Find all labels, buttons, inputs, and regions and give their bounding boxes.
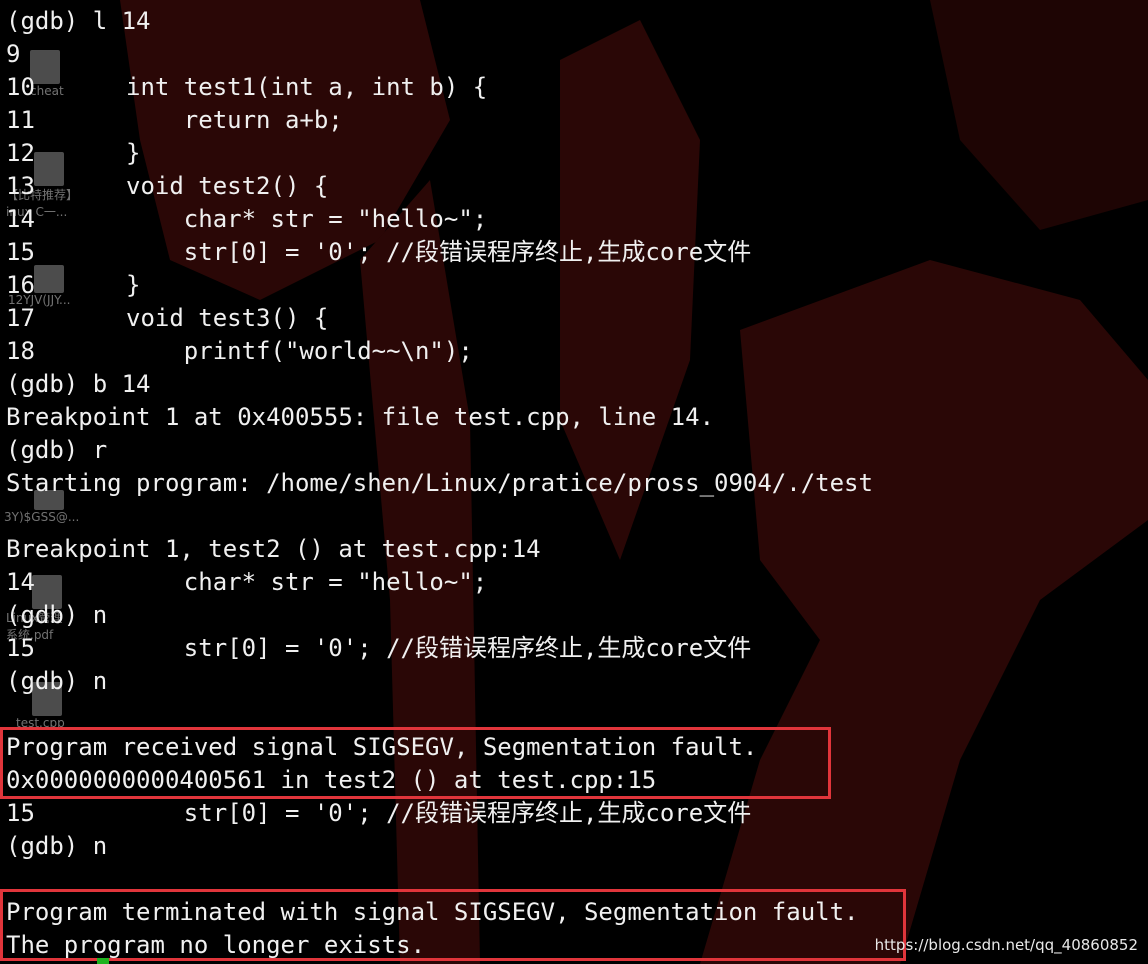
- terminal-line: 16}: [6, 269, 873, 302]
- terminal-line: 15 str[0] = '0'; //段错误程序终止,生成core文件: [6, 797, 873, 830]
- terminal-line: 9: [6, 38, 873, 71]
- gdb-terminal-output[interactable]: (gdb) l 14 9 10 int test1(int a, int b) { 11…: [6, 5, 873, 962]
- terminal-line: Starting program: /home/shen/Linux/prati…: [6, 467, 873, 500]
- source-code-text: str[0] = '0'; //段错误程序终止,生成core文件: [126, 238, 752, 266]
- source-line-number: 13: [6, 172, 35, 200]
- terminal-output-text: (gdb) l 14: [6, 7, 151, 35]
- source-code-text: void test2() {: [126, 172, 329, 200]
- terminal-line: 18 printf("world~~\n");: [6, 335, 873, 368]
- source-code-text: }: [126, 139, 141, 167]
- source-line-number: 16: [6, 271, 35, 299]
- source-code-text: }: [126, 271, 141, 299]
- terminal-line: (gdb) r: [6, 434, 873, 467]
- terminal-line: (gdb) n: [6, 665, 873, 698]
- terminal-output-text: (gdb) n: [6, 832, 108, 860]
- watermark-url: https://blog.csdn.net/qq_40860852: [874, 936, 1138, 954]
- source-line-number: 17: [6, 304, 35, 332]
- source-line-number: 14: [6, 568, 35, 596]
- terminal-line: 13 void test2() {: [6, 170, 873, 203]
- terminal-output-text: Breakpoint 1, test2 () at test.cpp:14: [6, 535, 541, 563]
- source-line-number: 11: [6, 106, 35, 134]
- terminal-output-text: (gdb) n: [6, 601, 108, 629]
- source-code-text: printf("world~~\n");: [126, 337, 473, 365]
- source-code-text: str[0] = '0'; //段错误程序终止,生成core文件: [126, 634, 752, 662]
- terminal-line: Breakpoint 1, test2 () at test.cpp:14: [6, 533, 873, 566]
- terminal-output-text: (gdb) b 14: [6, 370, 151, 398]
- terminal-line: 15 str[0] = '0'; //段错误程序终止,生成core文件: [6, 632, 873, 665]
- terminal-line: 15 str[0] = '0'; //段错误程序终止,生成core文件: [6, 236, 873, 269]
- signal-received-highlight: [0, 727, 831, 799]
- source-line-number: 9: [6, 40, 21, 68]
- source-code-text: str[0] = '0'; //段错误程序终止,生成core文件: [126, 799, 752, 827]
- source-line-number: 12: [6, 139, 35, 167]
- terminal-line: 10 int test1(int a, int b) {: [6, 71, 873, 104]
- terminal-line: 11 return a+b;: [6, 104, 873, 137]
- terminal-line: (gdb) n: [6, 599, 873, 632]
- terminal-line: Breakpoint 1 at 0x400555: file test.cpp,…: [6, 401, 873, 434]
- source-line-number: 15: [6, 238, 35, 266]
- source-line-number: 15: [6, 634, 35, 662]
- source-code-text: return a+b;: [126, 106, 343, 134]
- terminal-output-text: Starting program: /home/shen/Linux/prati…: [6, 469, 873, 497]
- source-line-number: 10: [6, 73, 35, 101]
- terminal-line: 17 void test3() {: [6, 302, 873, 335]
- terminal-line: 14 char* str = "hello~";: [6, 203, 873, 236]
- terminal-cursor: [97, 958, 109, 964]
- source-code-text: char* str = "hello~";: [126, 205, 488, 233]
- terminal-output-text: (gdb) r: [6, 436, 108, 464]
- source-line-number: 18: [6, 337, 35, 365]
- terminal-line: 14 char* str = "hello~";: [6, 566, 873, 599]
- terminal-line: (gdb) b 14: [6, 368, 873, 401]
- source-line-number: 15: [6, 799, 35, 827]
- terminal-line: (gdb) l 14: [6, 5, 873, 38]
- source-code-text: char* str = "hello~";: [126, 568, 488, 596]
- terminal-output-text: Breakpoint 1 at 0x400555: file test.cpp,…: [6, 403, 715, 431]
- terminal-line: 12}: [6, 137, 873, 170]
- terminal-output-text: (gdb) n: [6, 667, 108, 695]
- source-line-number: 14: [6, 205, 35, 233]
- source-code-text: int test1(int a, int b) {: [126, 73, 488, 101]
- program-terminated-highlight: [0, 889, 906, 961]
- terminal-line: (gdb) n: [6, 830, 873, 863]
- source-code-text: void test3() {: [126, 304, 329, 332]
